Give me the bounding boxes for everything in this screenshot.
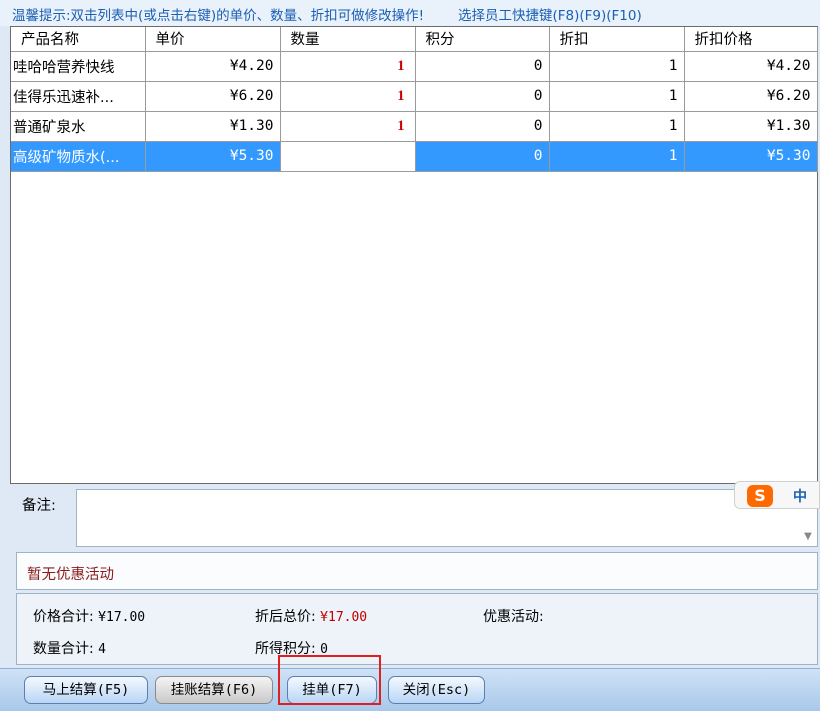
cell-quantity[interactable]: 1 — [280, 81, 416, 112]
notes-textarea[interactable]: ▼ — [76, 489, 818, 547]
price-total-label: 价格合计: — [33, 609, 94, 625]
button-bar: 马上结算(F5) 挂账结算(F6) 挂单(F7) 关闭(Esc) — [0, 668, 820, 711]
credit-checkout-button[interactable]: 挂账结算(F6) — [155, 676, 273, 704]
cell-product-name[interactable]: 哇哈哈营养快线 — [11, 51, 146, 82]
column-header-points[interactable]: 积分 — [415, 27, 550, 52]
points-earned-value: 0 — [320, 642, 328, 657]
table-row-selected[interactable]: 高级矿物质水(... ¥5.30 1 0 1 ¥5.30 — [11, 141, 818, 172]
cell-discount-price[interactable]: ¥1.30 — [684, 111, 818, 142]
points-earned: 所得积分: 0 — [255, 638, 328, 658]
column-header-discount-price[interactable]: 折扣价格 — [684, 27, 818, 52]
cell-unit-price[interactable]: ¥1.30 — [145, 111, 281, 142]
discount-total-label: 折后总价: — [255, 609, 316, 625]
promotion-summary-label: 优惠活动: — [483, 609, 544, 625]
cell-points[interactable]: 0 — [415, 51, 550, 82]
close-button[interactable]: 关闭(Esc) — [388, 676, 485, 704]
notes-label: 备注: — [22, 498, 56, 514]
cell-unit-price[interactable]: ¥6.20 — [145, 81, 281, 112]
cell-points[interactable]: 0 — [415, 81, 550, 112]
product-table: 产品名称 单价 数量 积分 折扣 折扣价格 哇哈哈营养快线 ¥4.20 1 0 … — [11, 27, 818, 172]
cell-quantity[interactable]: 1 — [280, 51, 416, 82]
column-header-unit-price[interactable]: 单价 — [145, 27, 281, 52]
checkout-window: 温馨提示:双击列表中(或点击右键)的单价、数量、折扣可做修改操作! 选择员工快捷键… — [0, 0, 820, 711]
quantity-total-label: 数量合计: — [33, 641, 94, 657]
cell-unit-price[interactable]: ¥5.30 — [145, 141, 281, 172]
tip-text: 温馨提示:双击列表中(或点击右键)的单价、数量、折扣可做修改操作! — [12, 8, 424, 24]
hold-order-button[interactable]: 挂单(F7) — [287, 676, 377, 704]
cell-unit-price[interactable]: ¥4.20 — [145, 51, 281, 82]
price-total: 价格合计: ¥17.00 — [33, 606, 145, 626]
summary-panel: 价格合计: ¥17.00 折后总价: ¥17.00 优惠活动: 数量合计: 4 … — [16, 593, 818, 665]
points-earned-label: 所得积分: — [255, 641, 316, 657]
price-total-value: ¥17.00 — [98, 610, 146, 625]
tip-bar: 温馨提示:双击列表中(或点击右键)的单价、数量、折扣可做修改操作! 选择员工快捷键… — [0, 0, 820, 26]
cell-quantity[interactable]: 1 — [280, 141, 416, 172]
cell-discount[interactable]: 1 — [549, 51, 685, 82]
discount-total: 折后总价: ¥17.00 — [255, 606, 367, 626]
quantity-total: 数量合计: 4 — [33, 638, 106, 658]
cell-points[interactable]: 0 — [415, 141, 550, 172]
cell-discount-price[interactable]: ¥5.30 — [684, 141, 818, 172]
cell-discount[interactable]: 1 — [549, 111, 685, 142]
cell-points[interactable]: 0 — [415, 111, 550, 142]
cell-discount[interactable]: 1 — [549, 141, 685, 172]
ime-toolbar[interactable]: S 中 — [734, 481, 820, 509]
cell-product-name[interactable]: 普通矿泉水 — [11, 111, 146, 142]
promotion-text: 暂无优惠活动 — [27, 567, 114, 583]
cell-discount[interactable]: 1 — [549, 81, 685, 112]
column-header-quantity[interactable]: 数量 — [280, 27, 416, 52]
promotion-summary: 优惠活动: — [483, 606, 544, 626]
cell-discount-price[interactable]: ¥6.20 — [684, 81, 818, 112]
cell-product-name[interactable]: 佳得乐迅速补... — [11, 81, 146, 112]
cell-product-name[interactable]: 高级矿物质水(... — [11, 141, 146, 172]
table-header-row: 产品名称 单价 数量 积分 折扣 折扣价格 — [11, 27, 818, 52]
chevron-down-icon[interactable]: ▼ — [799, 528, 817, 546]
cell-quantity[interactable]: 1 — [280, 111, 416, 142]
discount-total-value: ¥17.00 — [320, 610, 368, 625]
column-header-discount[interactable]: 折扣 — [549, 27, 685, 52]
column-header-product-name[interactable]: 产品名称 — [11, 27, 146, 52]
table-row[interactable]: 普通矿泉水 ¥1.30 1 0 1 ¥1.30 — [11, 111, 818, 142]
staff-shortcut-text: 选择员工快捷键(F8)(F9)(F10) — [458, 8, 642, 24]
sogou-logo-icon[interactable]: S — [747, 485, 773, 507]
promotion-panel: 暂无优惠活动 — [16, 552, 818, 590]
ime-mode-chinese[interactable]: 中 — [793, 486, 807, 506]
table-row[interactable]: 哇哈哈营养快线 ¥4.20 1 0 1 ¥4.20 — [11, 51, 818, 82]
product-grid[interactable]: 产品名称 单价 数量 积分 折扣 折扣价格 哇哈哈营养快线 ¥4.20 1 0 … — [10, 26, 818, 484]
checkout-button[interactable]: 马上结算(F5) — [24, 676, 148, 704]
quantity-total-value: 4 — [98, 642, 106, 657]
cell-discount-price[interactable]: ¥4.20 — [684, 51, 818, 82]
table-row[interactable]: 佳得乐迅速补... ¥6.20 1 0 1 ¥6.20 — [11, 81, 818, 112]
